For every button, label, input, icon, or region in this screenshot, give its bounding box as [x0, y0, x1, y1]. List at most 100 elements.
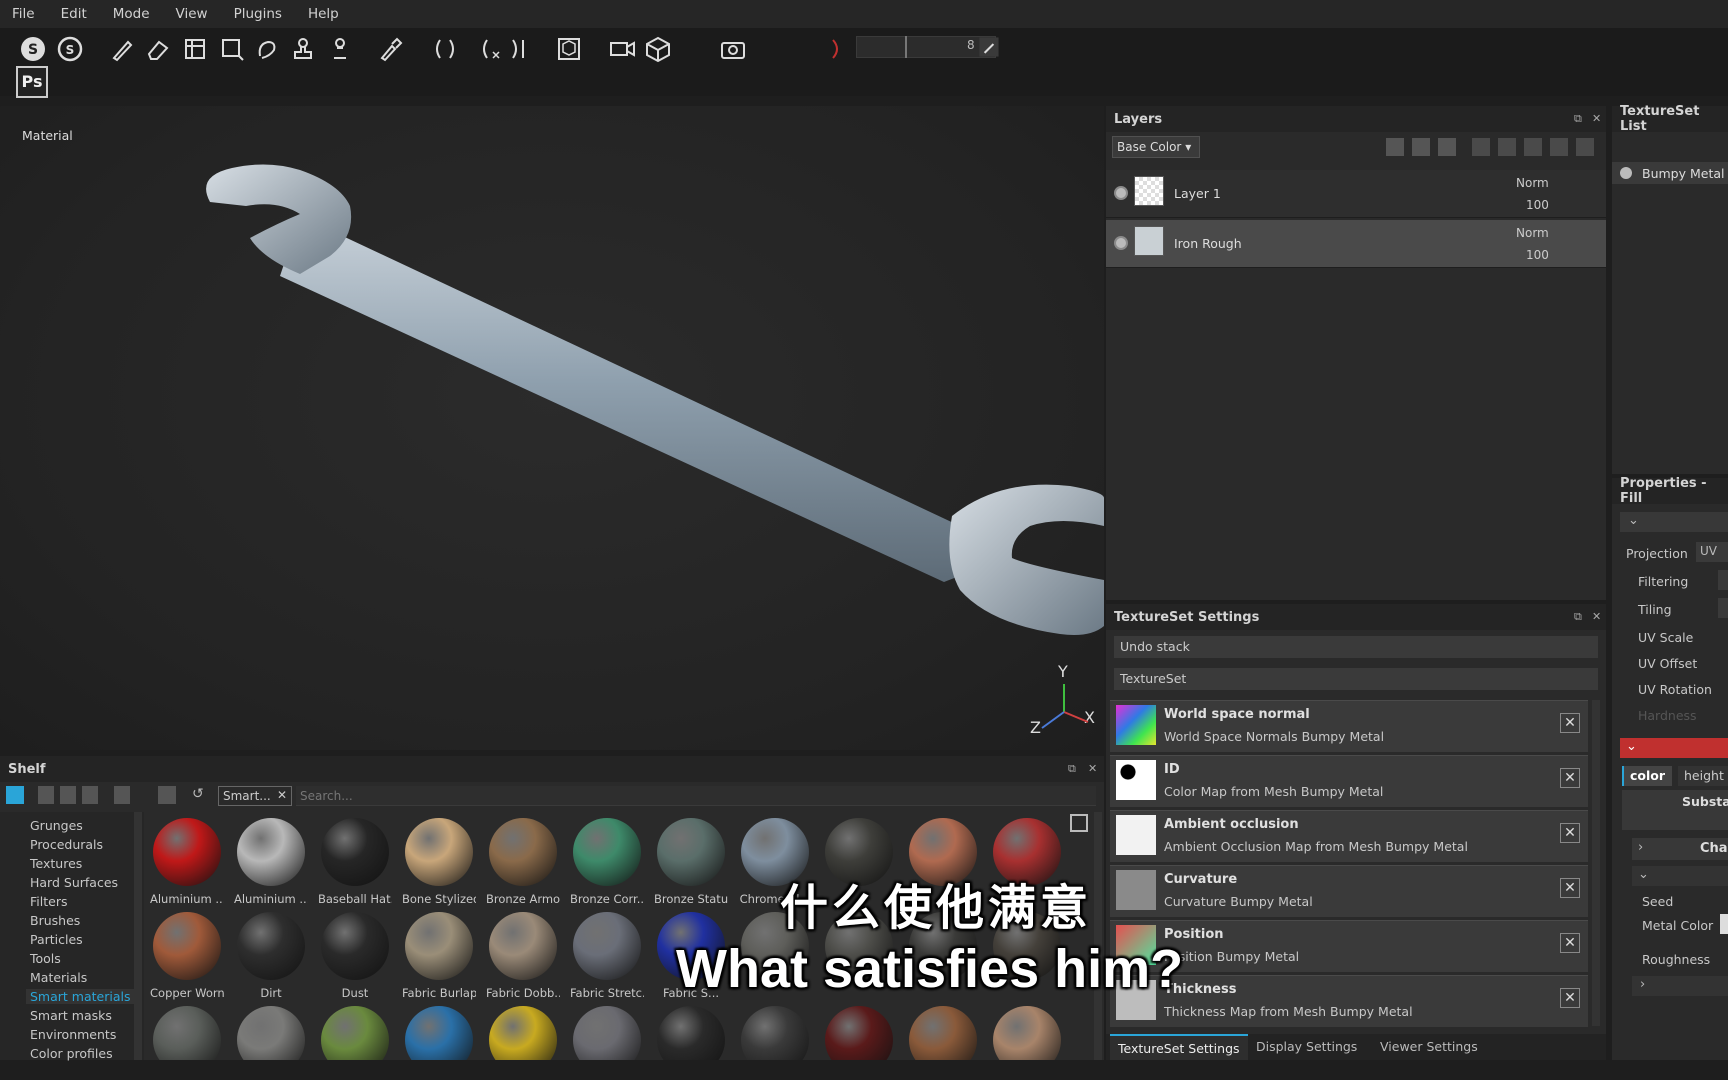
category-procedurals[interactable]: Procedurals — [30, 837, 103, 852]
symmetry-x-icon[interactable] — [475, 34, 505, 64]
filter-icon[interactable] — [158, 786, 176, 804]
layer-blend[interactable]: Norm — [1516, 226, 1549, 240]
material-thumbnail[interactable]: Fabric Dobb... — [486, 912, 560, 1000]
material-thumbnail[interactable] — [738, 1006, 812, 1060]
add-mask-icon[interactable] — [1412, 138, 1430, 156]
undo-icon[interactable]: ↺ — [192, 786, 204, 802]
eraser-icon[interactable] — [143, 34, 173, 64]
add-fill-layer-icon[interactable] — [1498, 138, 1516, 156]
material-thumbnail[interactable]: Baseball Hat... — [318, 818, 392, 906]
layer-opacity[interactable]: 100 — [1526, 248, 1549, 262]
camera-box-icon[interactable] — [554, 34, 584, 64]
material-thumbnail[interactable]: Bronze Corr... — [570, 818, 644, 906]
material-thumbnail[interactable]: Bronze Armor — [486, 818, 560, 906]
substance-logo-icon[interactable]: S — [18, 34, 48, 64]
close-icon[interactable]: ✕ — [1560, 713, 1580, 733]
visibility-icon[interactable] — [1620, 167, 1632, 179]
brush-size-slider[interactable] — [856, 36, 996, 58]
category-smart-materials[interactable]: Smart materials — [26, 989, 135, 1004]
add-layer-icon[interactable] — [1472, 138, 1490, 156]
3d-viewport[interactable]: Material Y X Z — [0, 106, 1104, 750]
material-thumbnail[interactable] — [654, 1006, 728, 1060]
close-icon[interactable]: ✕ — [1560, 768, 1580, 788]
materials-scrollbar[interactable] — [1094, 812, 1102, 1060]
menu-view[interactable]: View — [176, 6, 208, 22]
material-thumbnail[interactable] — [906, 1006, 980, 1060]
metal-color-swatch[interactable] — [1720, 914, 1728, 934]
polygon-fill-icon[interactable] — [217, 34, 247, 64]
visibility-icon[interactable] — [1114, 186, 1128, 200]
channel-ambient-occlusion[interactable]: Ambient occlusion Ambient Occlusion Map … — [1110, 810, 1588, 862]
textureset-item[interactable]: Bumpy Metal — [1612, 162, 1728, 184]
categories-scrollbar[interactable] — [134, 812, 142, 1060]
undo-stack-bar[interactable]: Undo stack — [1114, 636, 1598, 658]
menu-mode[interactable]: Mode — [113, 6, 150, 22]
close-icon[interactable]: ✕ — [1560, 933, 1580, 953]
material-thumbnail[interactable] — [486, 1006, 560, 1060]
add-effect-icon[interactable] — [1386, 138, 1404, 156]
material-thumbnail[interactable]: Dust — [318, 912, 392, 1000]
category-grunges[interactable]: Grunges — [30, 818, 83, 833]
tab-height[interactable]: height — [1678, 766, 1728, 786]
refresh-icon[interactable] — [1524, 138, 1542, 156]
scrollbar[interactable] — [1592, 700, 1600, 1026]
visibility-icon[interactable] — [1114, 236, 1128, 250]
tab-display-settings[interactable]: Display Settings — [1248, 1034, 1365, 1060]
tiling-select[interactable] — [1718, 598, 1728, 618]
material-thumbnail[interactable] — [570, 1006, 644, 1060]
screenshot-camera-icon[interactable] — [718, 34, 748, 64]
layer-blend[interactable]: Norm — [1516, 176, 1549, 190]
close-icon[interactable]: ✕ — [1592, 610, 1601, 623]
material-thumbnail[interactable]: Fabric Stretc... — [570, 912, 644, 1000]
channel-id[interactable]: ID Color Map from Mesh Bumpy Metal ✕ — [1110, 755, 1588, 807]
material-thumbnail[interactable]: Copper Worn — [150, 912, 224, 1000]
material-thumbnail[interactable] — [822, 1006, 896, 1060]
material-thumbnail[interactable]: Aluminium ... — [150, 818, 224, 906]
tab-color[interactable]: color — [1622, 766, 1672, 786]
category-brushes[interactable]: Brushes — [30, 913, 80, 928]
material-thumbnail[interactable]: Aluminium ... — [234, 818, 308, 906]
material-thumbnail[interactable] — [234, 1006, 308, 1060]
params-collapse[interactable]: ⌄ — [1632, 866, 1728, 886]
layer-opacity[interactable]: 100 — [1526, 198, 1549, 212]
menu-file[interactable]: File — [12, 6, 35, 22]
symmetry-icon[interactable] — [430, 34, 460, 64]
category-color-profiles[interactable]: Color profiles — [30, 1046, 113, 1061]
close-icon[interactable]: ✕ — [1592, 112, 1601, 125]
category-environments[interactable]: Environments — [30, 1027, 116, 1042]
smudge-icon[interactable] — [252, 34, 282, 64]
slider-handle[interactable] — [905, 36, 907, 58]
category-materials[interactable]: Materials — [30, 970, 87, 985]
material-thumbnail[interactable]: Bronze Statue — [654, 818, 728, 906]
popout-icon[interactable]: ⧉ — [1068, 762, 1076, 776]
import-icon[interactable] — [38, 786, 54, 804]
material-thumbnail[interactable] — [990, 1006, 1064, 1060]
close-icon[interactable]: ✕ — [1088, 762, 1097, 775]
close-icon[interactable]: ✕ — [1560, 988, 1580, 1008]
add-icon[interactable] — [114, 786, 130, 804]
menu-edit[interactable]: Edit — [61, 6, 87, 22]
clone-stamp-icon[interactable] — [288, 34, 318, 64]
tab-viewer-settings[interactable]: Viewer Settings — [1372, 1034, 1486, 1060]
close-icon[interactable]: ✕ — [277, 788, 287, 802]
delete-icon[interactable] — [1576, 138, 1594, 156]
filter-tag[interactable]: Smart... ✕ — [218, 786, 292, 806]
close-icon[interactable]: ✕ — [1560, 823, 1580, 843]
save-icon[interactable] — [82, 786, 98, 804]
projection-select[interactable]: UV p — [1696, 542, 1728, 562]
popout-icon[interactable]: ⧉ — [1574, 610, 1582, 624]
popout-icon[interactable]: ⧉ — [1574, 112, 1582, 126]
layer-row-selected[interactable]: Iron Rough Norm 100 — [1106, 220, 1606, 268]
add-folder-icon[interactable] — [1550, 138, 1568, 156]
edit-pencil-icon[interactable] — [978, 36, 1000, 58]
video-camera-icon[interactable] — [607, 34, 637, 64]
projection-icon[interactable] — [180, 34, 210, 64]
material-thumbnail[interactable] — [318, 1006, 392, 1060]
add-paint-icon[interactable] — [1438, 138, 1456, 156]
material-thumbnail[interactable] — [150, 1006, 224, 1060]
material-thumbnail[interactable]: Dirt — [234, 912, 308, 1000]
shelf-search-input[interactable] — [296, 786, 1096, 806]
material-thumbnail[interactable] — [402, 1006, 476, 1060]
section-collapse[interactable]: ⌄ — [1620, 512, 1728, 532]
channel-curvature[interactable]: Curvature Curvature Bumpy Metal ✕ — [1110, 865, 1588, 917]
